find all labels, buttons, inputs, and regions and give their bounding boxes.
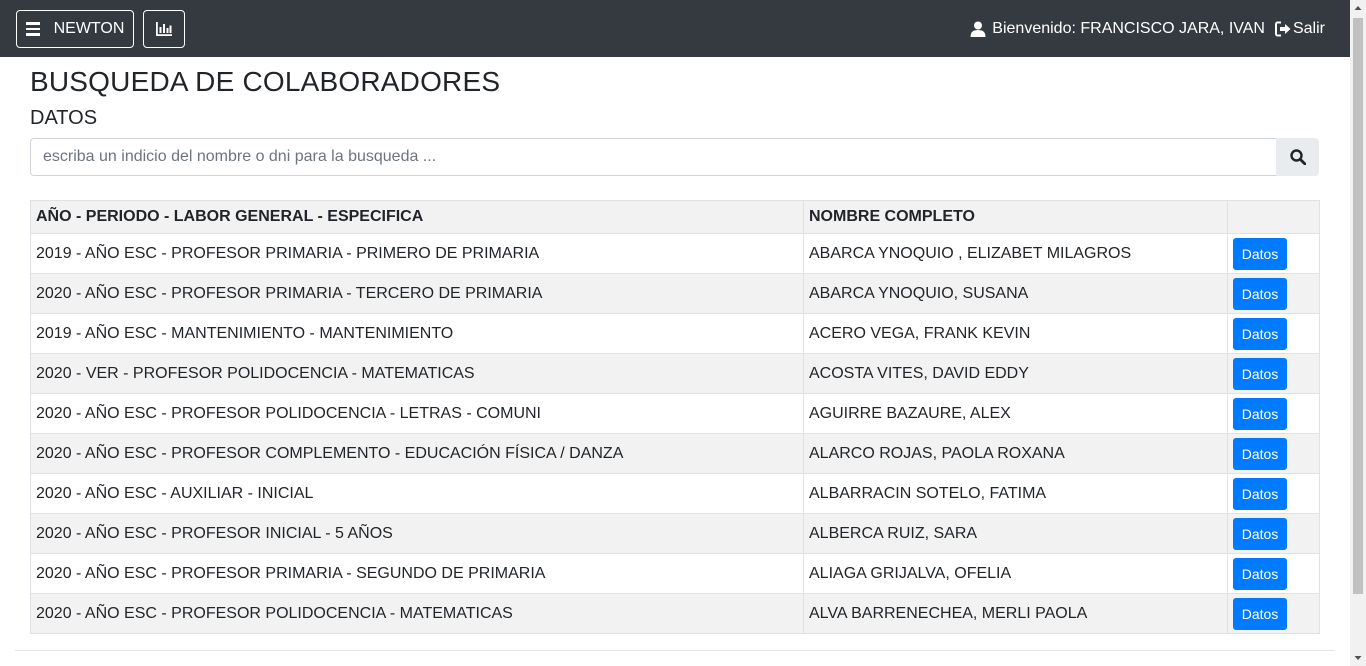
cell-labor: 2019 - AÑO ESC - PROFESOR PRIMARIA - PRI…	[30, 233, 804, 274]
cell-labor: 2020 - AÑO ESC - PROFESOR COMPLEMENTO - …	[30, 433, 804, 474]
sign-out-icon	[1274, 21, 1291, 36]
cell-labor: 2020 - AÑO ESC - AUXILIAR - INICIAL	[30, 473, 804, 514]
table-row: 2019 - AÑO ESC - PROFESOR PRIMARIA - PRI…	[30, 233, 1320, 274]
welcome-text: Bienvenido: FRANCISCO JARA, IVAN	[992, 19, 1265, 37]
cell-labor: 2020 - AÑO ESC - PROFESOR PRIMARIA - TER…	[30, 273, 804, 314]
search-icon	[1289, 149, 1306, 165]
cell-labor: 2020 - AÑO ESC - PROFESOR PRIMARIA - SEG…	[30, 553, 804, 594]
scroll-up-arrow-icon[interactable]	[1350, 0, 1366, 16]
cell-name: AGUIRRE BAZAURE, ALEX	[803, 393, 1228, 434]
cell-name: ABARCA YNOQUIO, SUSANA	[803, 273, 1228, 314]
cell-name: ALBERCA RUIZ, SARA	[803, 513, 1228, 554]
table-row: 2020 - VER - PROFESOR POLIDOCENCIA - MAT…	[30, 353, 1320, 394]
bar-chart-icon	[156, 22, 172, 36]
newton-menu-label: NEWTON	[53, 20, 125, 37]
cell-action: Datos	[1227, 313, 1320, 354]
datos-button[interactable]: Datos	[1233, 437, 1287, 470]
cell-action: Datos	[1227, 233, 1320, 274]
cell-action: Datos	[1227, 473, 1320, 514]
table-row: 2020 - AÑO ESC - PROFESOR POLIDOCENCIA -…	[30, 393, 1320, 434]
cell-name: ALIAGA GRIJALVA, OFELIA	[803, 553, 1228, 594]
user-icon	[970, 21, 986, 37]
cell-action: Datos	[1227, 513, 1320, 554]
datos-button[interactable]: Datos	[1233, 397, 1287, 430]
cell-labor: 2020 - VER - PROFESOR POLIDOCENCIA - MAT…	[30, 353, 804, 394]
header-labor: AÑO - PERIODO - LABOR GENERAL - ESPECIFI…	[30, 200, 804, 234]
table-row: 2020 - AÑO ESC - AUXILIAR - INICIAL ALBA…	[30, 473, 1320, 514]
datos-button[interactable]: Datos	[1233, 357, 1287, 390]
header-action	[1227, 200, 1320, 234]
table-row: 2020 - AÑO ESC - PROFESOR PRIMARIA - TER…	[30, 273, 1320, 314]
cell-name: ACERO VEGA, FRANK KEVIN	[803, 313, 1228, 354]
cell-labor: 2020 - AÑO ESC - PROFESOR INICIAL - 5 AÑ…	[30, 513, 804, 554]
table-row: 2020 - AÑO ESC - PROFESOR PRIMARIA - SEG…	[30, 553, 1320, 594]
datos-button[interactable]: Datos	[1233, 477, 1287, 510]
datos-button[interactable]: Datos	[1233, 277, 1287, 310]
user-area: Bienvenido: FRANCISCO JARA, IVAN Salir	[970, 0, 1325, 57]
table-header-row: AÑO - PERIODO - LABOR GENERAL - ESPECIFI…	[30, 200, 1320, 234]
cell-labor: 2020 - AÑO ESC - PROFESOR POLIDOCENCIA -…	[30, 593, 804, 634]
cell-name: ALVA BARRENECHEA, MERLI PAOLA	[803, 593, 1228, 634]
table-row: 2020 - AÑO ESC - PROFESOR COMPLEMENTO - …	[30, 433, 1320, 474]
cell-name: ALARCO ROJAS, PAOLA ROXANA	[803, 433, 1228, 474]
cell-action: Datos	[1227, 593, 1320, 634]
search-button[interactable]	[1276, 138, 1319, 176]
table-row: 2020 - AÑO ESC - PROFESOR INICIAL - 5 AÑ…	[30, 513, 1320, 554]
cell-action: Datos	[1227, 553, 1320, 594]
top-navbar: NEWTON Bienvenido: FRANCISCO JARA, IVAN …	[0, 0, 1350, 57]
cell-labor: 2019 - AÑO ESC - MANTENIMIENTO - MANTENI…	[30, 313, 804, 354]
section-title: DATOS	[30, 107, 98, 129]
logout-label: Salir	[1292, 19, 1325, 37]
scrollbar-thumb[interactable]	[1353, 18, 1363, 594]
page-scrollbar[interactable]	[1350, 0, 1366, 666]
hamburger-icon	[25, 22, 40, 36]
header-name: NOMBRE COMPLETO	[803, 200, 1228, 234]
collaborators-table: AÑO - PERIODO - LABOR GENERAL - ESPECIFI…	[30, 200, 1320, 634]
scroll-down-arrow-icon[interactable]	[1350, 650, 1366, 666]
datos-button[interactable]: Datos	[1233, 557, 1287, 590]
logout-link[interactable]: Salir	[1265, 20, 1325, 38]
search-group	[30, 138, 1319, 176]
table-row: 2019 - AÑO ESC - MANTENIMIENTO - MANTENI…	[30, 313, 1320, 354]
cell-name: ALBARRACIN SOTELO, FATIMA	[803, 473, 1228, 514]
datos-button[interactable]: Datos	[1233, 317, 1287, 350]
cell-action: Datos	[1227, 433, 1320, 474]
search-input[interactable]	[30, 138, 1277, 176]
datos-button[interactable]: Datos	[1233, 237, 1287, 270]
datos-button[interactable]: Datos	[1233, 597, 1287, 630]
chart-button[interactable]	[143, 10, 185, 48]
cell-name: ABARCA YNOQUIO , ELIZABET MILAGROS	[803, 233, 1228, 274]
cell-action: Datos	[1227, 393, 1320, 434]
cell-action: Datos	[1227, 273, 1320, 314]
page-title: BUSQUEDA DE COLABORADORES	[30, 66, 501, 97]
cell-action: Datos	[1227, 353, 1320, 394]
datos-button[interactable]: Datos	[1233, 517, 1287, 550]
cell-labor: 2020 - AÑO ESC - PROFESOR POLIDOCENCIA -…	[30, 393, 804, 434]
bottom-divider	[15, 650, 1335, 651]
newton-menu-button[interactable]: NEWTON	[16, 10, 134, 48]
cell-name: ACOSTA VITES, DAVID EDDY	[803, 353, 1228, 394]
table-row: 2020 - AÑO ESC - PROFESOR POLIDOCENCIA -…	[30, 593, 1320, 634]
